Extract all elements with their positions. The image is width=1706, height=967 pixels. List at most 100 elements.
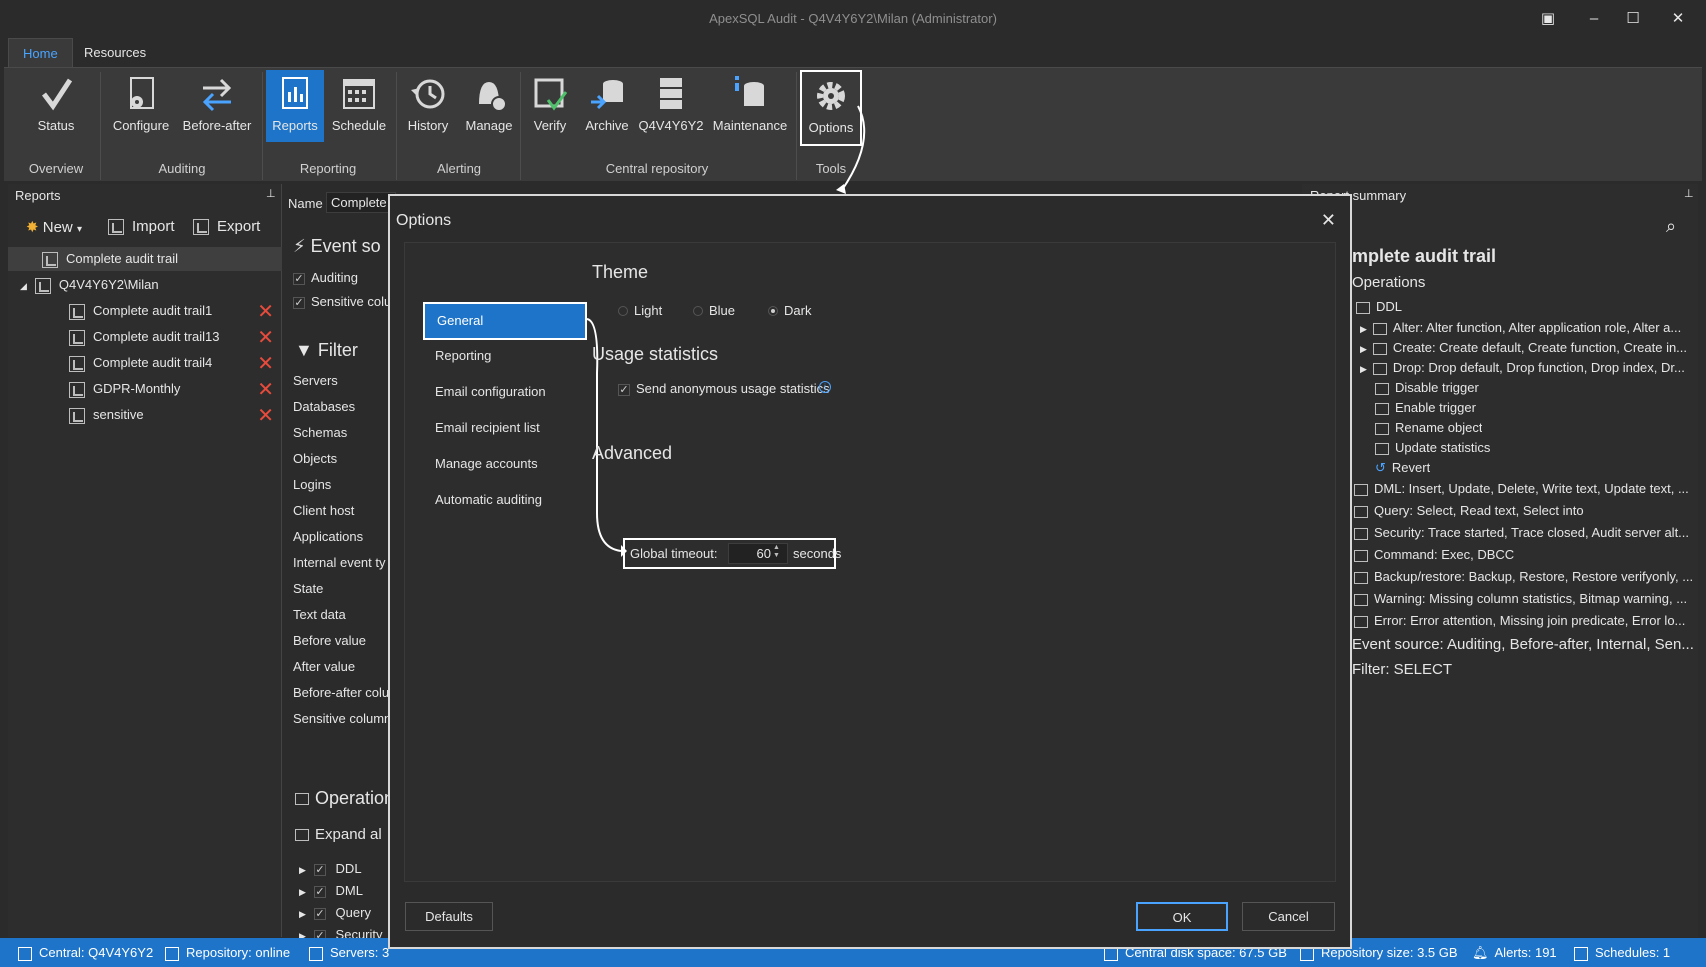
tree-item-label: Complete audit trail13	[93, 329, 220, 344]
tab-home[interactable]: Home	[8, 38, 73, 68]
filter-item[interactable]: Databases	[293, 399, 355, 414]
filter-heading: ▼ Filter	[295, 340, 358, 361]
expand-arrow-icon[interactable]: ▶	[299, 865, 306, 875]
restore-ribbon-button[interactable]: ▣	[1533, 8, 1563, 30]
delete-icon[interactable]: ✕	[257, 326, 274, 350]
ddl-label: DDL	[1376, 299, 1403, 314]
maximize-button[interactable]: ☐	[1618, 8, 1648, 30]
filter-item[interactable]: Text data	[293, 607, 346, 622]
maintenance-button[interactable]: Maintenance	[710, 70, 790, 142]
defaults-button[interactable]: Defaults	[405, 902, 493, 931]
summary-item-label: Update statistics	[1395, 440, 1491, 455]
import-button[interactable]: Import	[108, 218, 175, 236]
schedule-button[interactable]: Schedule	[328, 70, 390, 142]
new-button[interactable]: ✸ New ▾	[26, 218, 82, 236]
archive-button[interactable]: Archive	[580, 70, 634, 142]
expand-arrow-icon[interactable]: ▶	[1360, 364, 1367, 374]
filter-item[interactable]: Before-after colu	[293, 685, 389, 700]
theme-light-radio[interactable]: Light	[618, 303, 662, 318]
close-window-button[interactable]: ✕	[1663, 8, 1693, 30]
filter-item[interactable]: Applications	[293, 529, 363, 544]
nav-email-configuration[interactable]: Email configuration	[435, 384, 546, 399]
verify-button[interactable]: Verify	[524, 70, 576, 142]
nav-general[interactable]: General	[423, 302, 587, 340]
group-auditing: Auditing	[158, 161, 206, 176]
delete-icon[interactable]: ✕	[257, 378, 274, 402]
delete-icon[interactable]: ✕	[257, 352, 274, 376]
expand-arrow-icon[interactable]: ▶	[299, 887, 306, 897]
expand-arrow-icon[interactable]: ▶	[1360, 324, 1367, 334]
minimize-button[interactable]: –	[1579, 8, 1609, 30]
expand-arrow-icon[interactable]: ◢	[20, 281, 27, 291]
tree-item-report[interactable]: sensitive ✕	[8, 403, 282, 427]
server-button[interactable]: Q4V4Y6Y2	[638, 70, 704, 142]
name-input[interactable]: Complete	[326, 192, 396, 213]
tree-item-report[interactable]: Complete audit trail4 ✕	[8, 351, 282, 375]
cancel-button[interactable]: Cancel	[1242, 902, 1335, 931]
close-icon[interactable]: ✕	[1321, 210, 1336, 231]
tree-item-report[interactable]: Complete audit trail13 ✕	[8, 325, 282, 349]
export-button[interactable]: Export	[193, 218, 260, 236]
tree-item-complete-audit-trail[interactable]: Complete audit trail	[8, 247, 282, 271]
tree-item-report[interactable]: GDPR-Monthly ✕	[8, 377, 282, 401]
filter-item[interactable]: Before value	[293, 633, 366, 648]
filter-item[interactable]: State	[293, 581, 323, 596]
checkbox-icon[interactable]: ✓	[313, 907, 326, 920]
item-icon	[1354, 505, 1368, 518]
filter-item[interactable]: Client host	[293, 503, 354, 518]
configure-button[interactable]: Configure	[108, 70, 174, 142]
nav-automatic-auditing[interactable]: Automatic auditing	[435, 492, 542, 507]
summary-item-label: Error: Error attention, Missing join pre…	[1374, 613, 1686, 628]
history-button[interactable]: History	[400, 70, 456, 142]
pin-icon[interactable]: ⊥	[266, 187, 276, 200]
configure-label: Configure	[112, 118, 170, 133]
expand-arrow-icon[interactable]: ▶	[299, 909, 306, 919]
search-icon[interactable]: ⌕	[1666, 216, 1676, 237]
ok-button[interactable]: OK	[1136, 902, 1228, 931]
status-button[interactable]: Status	[24, 70, 88, 142]
expand-all-button[interactable]: Expand al	[295, 826, 382, 843]
before-after-button[interactable]: Before-after	[178, 70, 256, 142]
operation-row-ddl[interactable]: ▶ ✓ DDL	[299, 861, 362, 876]
expand-arrow-icon[interactable]: ▶	[1360, 344, 1367, 354]
verify-icon	[534, 78, 568, 111]
delete-icon[interactable]: ✕	[257, 300, 274, 324]
manage-button[interactable]: Manage	[460, 70, 518, 142]
operation-row-dml[interactable]: ▶ ✓ DML	[299, 883, 363, 898]
pin-icon[interactable]: ⊥	[1684, 187, 1694, 200]
checkbox-icon[interactable]: ✓	[313, 885, 326, 898]
theme-blue-radio[interactable]: Blue	[693, 303, 735, 318]
reports-button[interactable]: Reports	[266, 70, 324, 142]
tab-resources[interactable]: Resources	[70, 38, 160, 68]
stepper-arrows-icon[interactable]: ▲ ▼	[773, 544, 780, 560]
filter-item[interactable]: Logins	[293, 477, 331, 492]
theme-dark-radio[interactable]: Dark	[768, 303, 811, 318]
sensitive-checkbox[interactable]: ✓ Sensitive colu	[293, 294, 391, 309]
checkbox-icon[interactable]: ✓	[313, 863, 326, 876]
nav-manage-accounts[interactable]: Manage accounts	[435, 456, 538, 471]
status-text: Schedules: 1	[1595, 945, 1671, 960]
nav-reporting[interactable]: Reporting	[435, 348, 491, 363]
tree-item-report[interactable]: Complete audit trail1 ✕	[8, 299, 282, 323]
maintenance-database-icon	[735, 76, 764, 106]
status-alerts[interactable]: 🔔︎ Alerts: 191	[1472, 945, 1557, 961]
filter-item[interactable]: Internal event ty	[293, 555, 386, 570]
filter-item[interactable]: Objects	[293, 451, 337, 466]
history-label: History	[407, 118, 449, 133]
usage-statistics-checkbox[interactable]: ✓ Send anonymous usage statistics	[618, 381, 830, 396]
operation-row-query[interactable]: ▶ ✓ Query	[299, 905, 371, 920]
new-label: New	[42, 219, 73, 236]
filter-item[interactable]: Schemas	[293, 425, 347, 440]
status-schedules[interactable]: Schedules: 1	[1574, 945, 1670, 961]
tree-item-server[interactable]: ◢ Q4V4Y6Y2\Milan	[8, 273, 282, 297]
filter-item[interactable]: Servers	[293, 373, 338, 388]
info-icon[interactable]: i	[819, 381, 831, 393]
nav-email-recipient-list[interactable]: Email recipient list	[435, 420, 540, 435]
radio-icon	[693, 305, 703, 316]
auditing-checkbox[interactable]: ✓ Auditing	[293, 270, 358, 285]
filter-item[interactable]: After value	[293, 659, 355, 674]
delete-icon[interactable]: ✕	[257, 404, 274, 428]
filter-item[interactable]: Sensitive column	[293, 711, 391, 726]
status-central: Central: Q4V4Y6Y2	[18, 945, 153, 961]
radio-label: Blue	[709, 303, 736, 318]
